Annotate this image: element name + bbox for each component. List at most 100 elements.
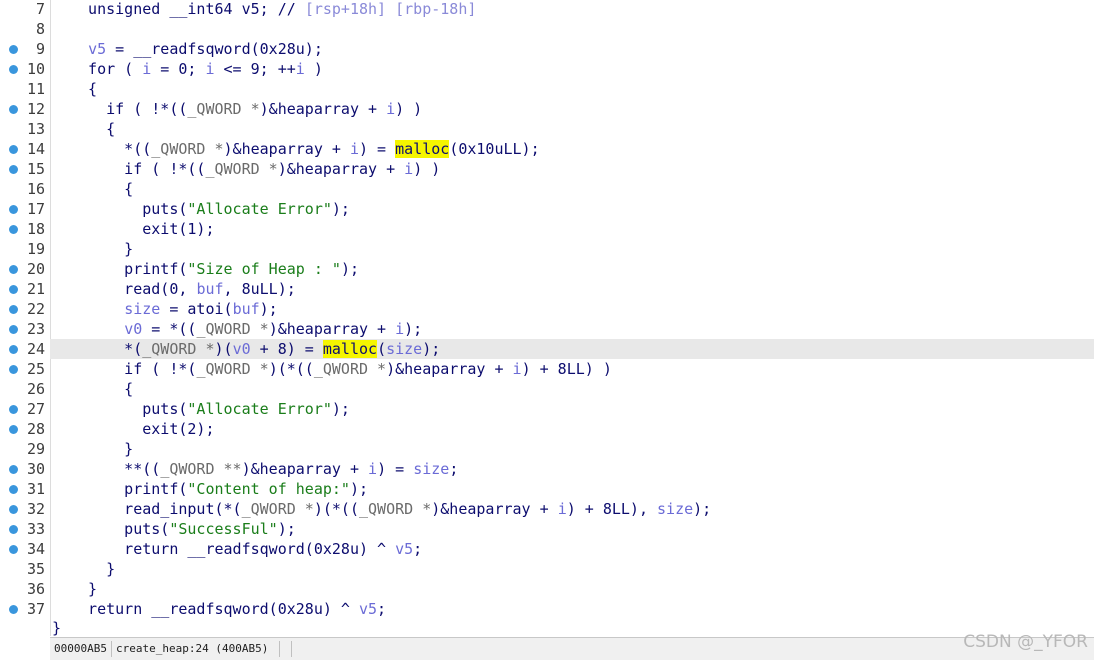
code-token[interactable]: = atoi(: [160, 300, 232, 318]
code-token[interactable]: read(0,: [70, 280, 196, 298]
code-text[interactable]: puts("Allocate Error");: [70, 399, 350, 419]
code-token[interactable]: [70, 320, 124, 338]
string-literal[interactable]: "Content of heap:": [187, 480, 350, 498]
breakpoint-dot-icon[interactable]: [9, 45, 18, 54]
code-token[interactable]: );: [260, 300, 278, 318]
code-token[interactable]: = *((: [142, 320, 196, 338]
code-line[interactable]: 9 v5 = __readfsqword(0x28u);: [0, 39, 1094, 59]
code-line[interactable]: 12 if ( !*((_QWORD *)&heaparray + i) ): [0, 99, 1094, 119]
code-token[interactable]: ;: [377, 600, 386, 618]
variable-token[interactable]: i: [368, 460, 377, 478]
code-token[interactable]: puts(: [70, 520, 169, 538]
code-token[interactable]: *((: [70, 140, 151, 158]
code-line[interactable]: 8: [0, 19, 1094, 39]
code-line[interactable]: 10 for ( i = 0; i <= 9; ++i ): [0, 59, 1094, 79]
type-token[interactable]: _QWORD *: [242, 500, 314, 518]
code-line[interactable]: 36 }: [0, 579, 1094, 599]
variable-token[interactable]: size: [386, 340, 422, 358]
code-line[interactable]: 24 *(_QWORD *)(v0 + 8) = malloc(size);: [9, 339, 1094, 359]
code-token[interactable]: if ( !*(: [70, 360, 196, 378]
breakpoint-dot-icon[interactable]: [9, 105, 18, 114]
code-text[interactable]: size = atoi(buf);: [70, 299, 278, 319]
variable-token[interactable]: i: [395, 320, 404, 338]
breakpoint-dot-icon[interactable]: [9, 345, 18, 354]
code-text[interactable]: **((_QWORD **)&heaparray + i) = size;: [70, 459, 458, 479]
variable-token[interactable]: size: [657, 500, 693, 518]
code-text[interactable]: }: [70, 579, 97, 599]
type-token[interactable]: _QWORD *: [142, 340, 214, 358]
pseudocode-view[interactable]: 7 unsigned __int64 v5; // [rsp+18h] [rbp…: [0, 0, 1094, 636]
code-token[interactable]: exit(2);: [70, 420, 214, 438]
code-text[interactable]: exit(2);: [70, 419, 214, 439]
code-line[interactable]: 30 **((_QWORD **)&heaparray + i) = size;: [0, 459, 1094, 479]
code-line[interactable]: 35 }: [0, 559, 1094, 579]
code-line[interactable]: 27 puts("Allocate Error");: [0, 399, 1094, 419]
code-text[interactable]: exit(1);: [70, 219, 214, 239]
code-line[interactable]: 34 return __readfsqword(0x28u) ^ v5;: [0, 539, 1094, 559]
variable-token[interactable]: i: [350, 140, 359, 158]
code-token[interactable]: )&heaparray +: [260, 100, 386, 118]
code-line[interactable]: 17 puts("Allocate Error");: [0, 199, 1094, 219]
code-token[interactable]: )&heaparray +: [242, 460, 368, 478]
code-text[interactable]: *((_QWORD *)&heaparray + i) = malloc(0x1…: [70, 139, 540, 159]
breakpoint-dot-icon[interactable]: [9, 65, 18, 74]
string-literal[interactable]: "Allocate Error": [187, 400, 332, 418]
code-token[interactable]: = __readfsqword(0x28u);: [106, 40, 323, 58]
code-token[interactable]: if ( !*((: [70, 160, 205, 178]
code-token[interactable]: )&heaparray +: [224, 140, 350, 158]
code-token[interactable]: unsigned __int64 v5; //: [70, 0, 305, 18]
breakpoint-dot-icon[interactable]: [9, 205, 18, 214]
type-token[interactable]: _QWORD *: [196, 360, 268, 378]
variable-token[interactable]: v5: [395, 540, 413, 558]
code-token[interactable]: ): [305, 60, 323, 78]
code-text[interactable]: read_input(*(_QWORD *)(*((_QWORD *)&heap…: [70, 499, 711, 519]
type-token[interactable]: _QWORD *: [151, 140, 223, 158]
breakpoint-dot-icon[interactable]: [9, 325, 18, 334]
code-text[interactable]: puts("Allocate Error");: [70, 199, 350, 219]
code-token[interactable]: )(*((: [269, 360, 314, 378]
code-text[interactable]: {: [70, 179, 133, 199]
code-line[interactable]: 13 {: [0, 119, 1094, 139]
code-line[interactable]: 15 if ( !*((_QWORD *)&heaparray + i) ): [0, 159, 1094, 179]
code-line[interactable]: 14 *((_QWORD *)&heaparray + i) = malloc(…: [0, 139, 1094, 159]
code-line[interactable]: 32 read_input(*(_QWORD *)(*((_QWORD *)&h…: [0, 499, 1094, 519]
code-token[interactable]: )(*((: [314, 500, 359, 518]
code-line[interactable]: 28 exit(2);: [0, 419, 1094, 439]
variable-token[interactable]: i: [296, 60, 305, 78]
code-text[interactable]: }: [70, 239, 133, 259]
code-token[interactable]: ;: [413, 540, 422, 558]
function-closing-brace[interactable]: }: [52, 620, 61, 636]
code-line[interactable]: 29 }: [0, 439, 1094, 459]
code-line[interactable]: 31 printf("Content of heap:");: [0, 479, 1094, 499]
breakpoint-dot-icon[interactable]: [9, 145, 18, 154]
variable-token[interactable]: v0: [124, 320, 142, 338]
code-token[interactable]: )&heaparray +: [386, 360, 512, 378]
code-token[interactable]: = 0;: [151, 60, 205, 78]
code-token[interactable]: (: [377, 340, 386, 358]
code-token[interactable]: if ( !*((: [70, 100, 187, 118]
code-token[interactable]: }: [70, 580, 97, 598]
code-token[interactable]: printf(: [70, 480, 187, 498]
type-token[interactable]: _QWORD *: [314, 360, 386, 378]
code-token[interactable]: )&heaparray +: [278, 160, 404, 178]
code-token[interactable]: for (: [70, 60, 142, 78]
variable-token[interactable]: i: [205, 60, 214, 78]
variable-token[interactable]: v5: [88, 40, 106, 58]
code-token[interactable]: }: [70, 240, 133, 258]
string-literal[interactable]: "SuccessFul": [169, 520, 277, 538]
code-token[interactable]: {: [70, 380, 133, 398]
variable-token[interactable]: v0: [233, 340, 251, 358]
code-line[interactable]: 23 v0 = *((_QWORD *)&heaparray + i);: [0, 319, 1094, 339]
code-token[interactable]: <= 9; ++: [215, 60, 296, 78]
code-text[interactable]: }: [70, 559, 115, 579]
code-text[interactable]: puts("SuccessFul");: [70, 519, 296, 539]
variable-token[interactable]: buf: [233, 300, 260, 318]
code-line[interactable]: 37 return __readfsqword(0x28u) ^ v5;: [0, 599, 1094, 619]
code-token[interactable]: exit(1);: [70, 220, 214, 238]
code-token[interactable]: puts(: [70, 400, 187, 418]
breakpoint-dot-icon[interactable]: [9, 425, 18, 434]
code-token[interactable]: printf(: [70, 260, 187, 278]
code-text[interactable]: v5 = __readfsqword(0x28u);: [70, 39, 323, 59]
breakpoint-dot-icon[interactable]: [9, 405, 18, 414]
code-line[interactable]: 18 exit(1);: [0, 219, 1094, 239]
